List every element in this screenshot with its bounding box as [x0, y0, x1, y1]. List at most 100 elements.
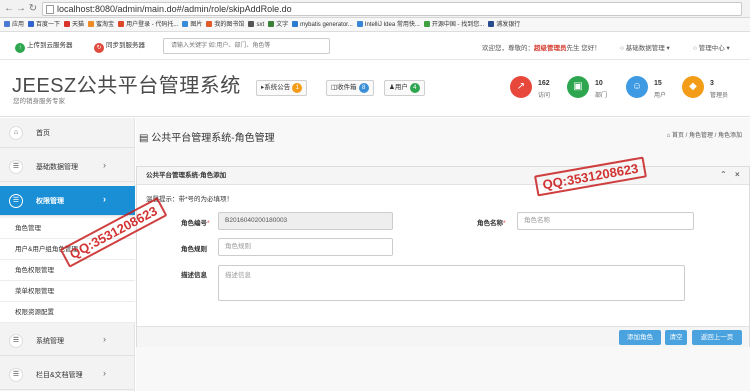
- bookmark-item[interactable]: 图片: [182, 18, 202, 31]
- bookmark-item[interactable]: 文字: [268, 18, 289, 31]
- main-content: ▤ 公共平台管理系统-角色管理 ⌂ 首页 / 角色管理 / 角色添加 公共平台管…: [136, 118, 750, 391]
- sidebar-item-permission[interactable]: ☰ 权限管理 ›: [0, 186, 135, 216]
- sidebar-sub-menu-permission[interactable]: 菜单权限管理: [0, 281, 135, 302]
- required-mark: *: [207, 220, 210, 227]
- address-bar[interactable]: localhost:8080/admin/main.do#/admin/role…: [42, 2, 742, 16]
- sync-server-button[interactable]: ↻ 同步到服务器: [94, 40, 145, 53]
- bookmark-item[interactable]: mybatis generator...: [292, 18, 353, 31]
- bookmark-item[interactable]: 天猫: [64, 18, 84, 31]
- chart-icon: ↗: [510, 76, 532, 98]
- role-name-label-text: 角色名称: [477, 220, 503, 227]
- bookmark-icon: [268, 21, 275, 27]
- bookmark-item[interactable]: 蜜淘宝: [88, 18, 114, 31]
- search-input[interactable]: 请输入关键字 如:用户、部门、角色等: [163, 38, 330, 54]
- table-icon: ▤: [139, 133, 149, 144]
- back-icon[interactable]: ←: [3, 3, 15, 15]
- role-name-input[interactable]: 角色名称: [517, 212, 694, 230]
- sidebar-item-home[interactable]: ⌂ 首页: [0, 118, 135, 148]
- stat-label: 管理员: [710, 93, 729, 99]
- welcome-text: 欢迎您，尊敬的：超级管理员先生 您好！: [482, 42, 601, 52]
- chevron-right-icon: ›: [103, 334, 106, 344]
- panel-header: 公共平台管理系统-角色添加: [137, 167, 749, 185]
- bookmark-item[interactable]: 浦发银行: [488, 18, 520, 31]
- sidebar-sub-resource-config[interactable]: 权限资源配置: [0, 302, 135, 323]
- app-header: JEESZ公共平台管理系统 您的销身服务专家 ▸系统公告 1 ◫收件箱 8 ♟用户 4…: [0, 61, 750, 117]
- inbox-badge: 8: [358, 83, 369, 93]
- welcome-suffix: 先生 您好！: [566, 45, 601, 52]
- basic-data-menu-label: 基础数据管理: [625, 45, 665, 52]
- list-icon: ☰: [9, 160, 23, 174]
- chevron-up-icon[interactable]: ⌃: [720, 171, 727, 179]
- role-code-label-text: 角色编号: [181, 220, 207, 227]
- notice-badge: 1: [292, 83, 303, 93]
- description-label: 描述信息: [181, 272, 207, 279]
- page-icon: [46, 5, 54, 14]
- address-bar-url: localhost:8080/admin/main.do#/admin/role…: [57, 4, 292, 14]
- upload-cloud-button[interactable]: ↑ 上传到云服务器: [15, 40, 73, 53]
- sync-server-label: 同步到服务器: [106, 42, 145, 49]
- stat-number: 15: [654, 80, 662, 87]
- users-badge: 4: [409, 83, 420, 93]
- sidebar-item-basic-data[interactable]: ☰ 基础数据管理 ›: [0, 152, 135, 182]
- role-rule-label: 角色规则: [181, 246, 207, 253]
- sidebar-item-system[interactable]: ☰ 系统管理 ›: [0, 326, 135, 356]
- close-icon[interactable]: ×: [735, 171, 740, 179]
- bookmark-label: 开源中国 - 找到您...: [431, 22, 485, 28]
- chevron-right-icon: ›: [103, 160, 106, 170]
- inbox-button[interactable]: ◫收件箱 8: [326, 80, 374, 96]
- bookmark-label: 用户登录 - 代码托...: [126, 22, 179, 28]
- add-role-button[interactable]: 添加角色: [619, 330, 661, 345]
- bookmark-item[interactable]: 我的图书馆: [206, 18, 244, 31]
- bookmark-label: 文字: [276, 22, 289, 28]
- admin-center-menu[interactable]: ○ 管理中心 ▾: [693, 42, 730, 52]
- bookmark-item[interactable]: IntelliJ Idea 常用快...: [356, 18, 420, 31]
- bookmark-icon: [248, 21, 255, 27]
- stat-card[interactable]: ▣ 10 部门: [567, 74, 629, 102]
- sidebar-permission-label: 权限管理: [36, 198, 64, 205]
- role-rule-input[interactable]: 角色规则: [218, 238, 393, 256]
- notice-label: 系统公告: [264, 84, 291, 91]
- bookmark-item[interactable]: 用户登录 - 代码托...: [118, 18, 179, 31]
- page-title-text: 公共平台管理系统-角色管理: [151, 133, 275, 144]
- bookmark-item[interactable]: sxt: [248, 18, 264, 31]
- description-textarea[interactable]: 描述信息: [218, 265, 685, 301]
- role-code-label: 角色编号*: [181, 217, 210, 227]
- chevron-right-icon: ›: [103, 368, 106, 378]
- reload-icon[interactable]: ↻: [27, 3, 39, 15]
- breadcrumb-text[interactable]: 首页 / 角色管理 / 角色添加: [672, 133, 742, 139]
- bookmark-item[interactable]: 开源中国 - 找到您...: [423, 18, 485, 31]
- basic-data-menu[interactable]: ○ 基础数据管理 ▾: [620, 42, 670, 52]
- welcome-prefix: 欢迎您，尊敬的：: [482, 45, 534, 52]
- list-icon: ☰: [9, 334, 23, 348]
- home-small-icon: ⌂: [666, 133, 671, 139]
- bookmark-item[interactable]: 应用: [4, 18, 24, 31]
- list-icon: ☰: [9, 368, 23, 382]
- bookmark-icon: [206, 21, 213, 27]
- app-topbar: ↑ 上传到云服务器 ↻ 同步到服务器 请输入关键字 如:用户、部门、角色等 欢迎您，…: [0, 33, 750, 60]
- bookmark-label: mybatis generator...: [300, 22, 353, 28]
- cloud-upload-icon: ↑: [15, 43, 25, 53]
- required-mark: *: [503, 220, 506, 227]
- sidebar-system-label: 系统管理: [36, 338, 64, 345]
- stat-number: 10: [595, 80, 603, 87]
- stat-card[interactable]: ◆ 3 管理员: [682, 74, 744, 102]
- money-icon: ▣: [567, 76, 589, 98]
- users-button[interactable]: ♟用户 4: [384, 80, 425, 96]
- sidebar-column-label: 栏目&文档管理: [36, 372, 83, 379]
- stat-label: 部门: [595, 93, 608, 99]
- bookmarks-bar: 应用 百度一下 天猫 蜜淘宝 用户登录 - 代码托... 图片 我的图书馆 sxt 文字 myba…: [0, 18, 750, 32]
- back-button[interactable]: 返回上一页: [692, 330, 742, 345]
- stat-card[interactable]: ☺ 15 用户: [626, 74, 688, 102]
- clear-button[interactable]: 清空: [665, 330, 687, 345]
- system-notice-button[interactable]: ▸系统公告 1: [256, 80, 308, 96]
- sync-icon: ↻: [94, 43, 104, 53]
- stat-card[interactable]: ↗ 162 访问: [510, 74, 572, 102]
- inbox-label: 收件箱: [337, 84, 357, 91]
- stat-label: 访问: [538, 93, 551, 99]
- sidebar-item-column-docs[interactable]: ☰ 栏目&文档管理 ›: [0, 360, 135, 390]
- forward-icon[interactable]: →: [15, 3, 27, 15]
- bookmark-icon: [423, 21, 430, 27]
- bookmark-icon: [28, 21, 35, 27]
- role-add-panel: 公共平台管理系统-角色添加 ⌃ × 温馨提示：带*号的为必填项！ 角色编号* B…: [136, 166, 750, 347]
- bookmark-item[interactable]: 百度一下: [28, 18, 60, 31]
